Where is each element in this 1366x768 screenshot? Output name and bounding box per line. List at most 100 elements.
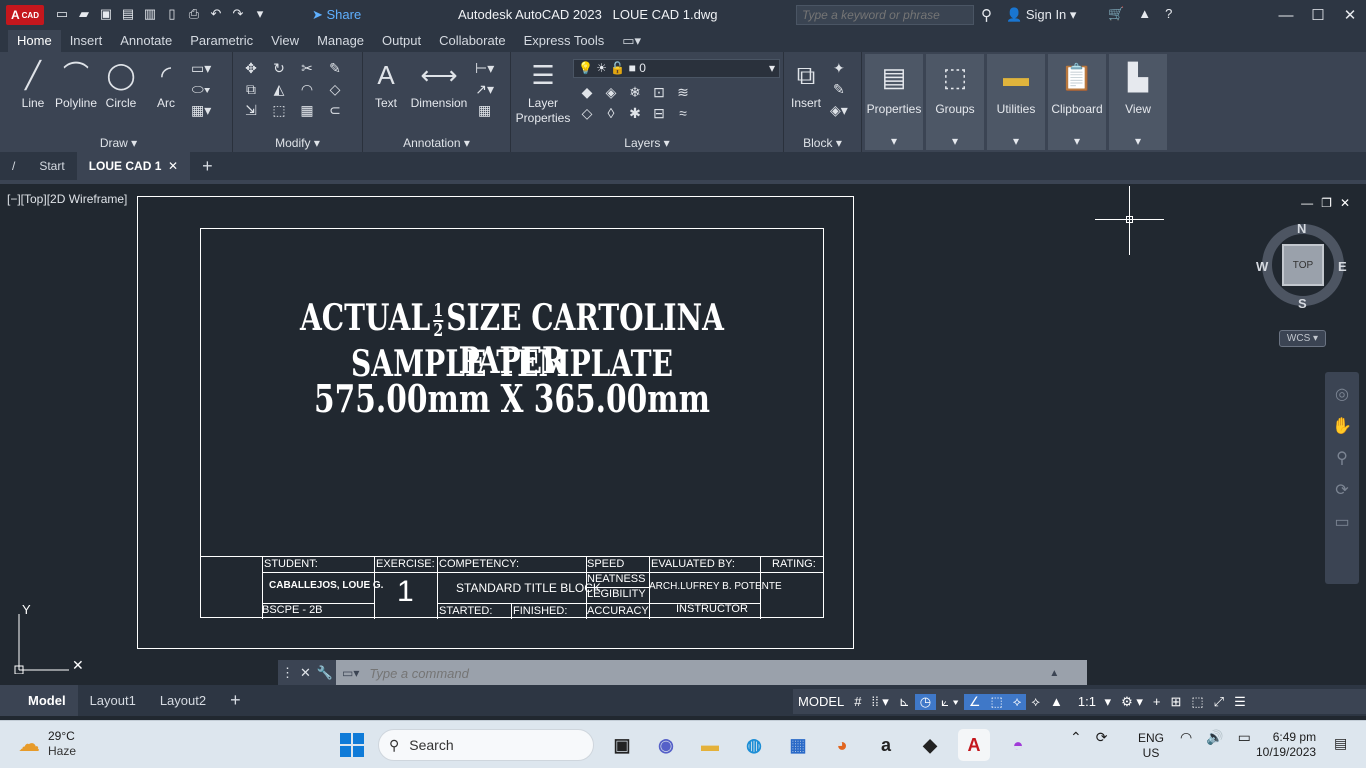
edge-icon[interactable]: ◍ [738,729,770,761]
new-tab-icon[interactable]: + [190,152,225,180]
add-icon[interactable]: + [1148,694,1166,709]
units-icon[interactable]: ⊞ [1165,694,1186,710]
table-icon[interactable]: ▦ [475,102,494,119]
layer-thaw-icon[interactable]: ✱ [625,105,645,122]
viewport-controls[interactable]: [−][Top][2D Wireframe] [7,192,127,206]
scale-icon[interactable]: ⬚ [267,102,291,119]
layer-freeze-icon[interactable]: ❄ [625,84,645,101]
copy-icon[interactable]: ⧉ [239,81,263,98]
snap-icon[interactable]: ⁞⁞ ▾ [866,694,893,710]
help-icon[interactable]: ? [1165,6,1172,22]
notification-icon[interactable]: ▤ [1334,735,1347,752]
pan-hand-icon[interactable]: ✋ [1332,416,1352,436]
layer-walk-icon[interactable]: ≈ [673,105,693,122]
clipboard-panel[interactable]: 📋 Clipboard ▾ [1048,54,1106,150]
layer-lock-icon[interactable]: ⊡ [649,84,669,101]
linear-dim-icon[interactable]: ⊢▾ [475,60,494,77]
trim-icon[interactable]: ✂ [295,60,319,77]
arc-tool[interactable]: ◜ Arc [149,58,183,110]
viewcube[interactable]: TOP [1262,224,1344,306]
fullscreen-icon[interactable]: ⤢ [1209,694,1229,710]
model-tab[interactable]: Model [0,685,78,716]
share-button[interactable]: ➤ Share [312,7,361,23]
add-layout-icon[interactable]: + [218,690,253,711]
search-input[interactable] [796,5,974,25]
properties-panel[interactable]: ▤ Properties ▾ [865,54,923,150]
messenger-icon[interactable]: ◓ [1002,729,1034,761]
compass-south[interactable]: S [1298,296,1307,311]
model-space-button[interactable]: MODEL [793,694,849,709]
close-tab-icon[interactable]: ✕ [168,159,178,173]
web-save-icon[interactable]: ▥ [142,6,158,22]
explode-icon[interactable]: ◇ [323,81,347,98]
showmotion-icon[interactable]: ▭ [1334,512,1349,532]
command-history-icon[interactable]: ▭▾ [342,666,359,680]
orbit-icon[interactable]: ⟳ [1335,480,1348,500]
wcs-menu[interactable]: WCS ▾ [1279,330,1326,347]
ribbon-options-icon[interactable]: ▭▾ [613,30,650,52]
move-icon[interactable]: ✥ [239,60,263,77]
tab-insert[interactable]: Insert [61,30,112,52]
tab-home[interactable]: Home [8,30,61,52]
osnap-icon[interactable]: ⬚ [985,693,1008,710]
cart-icon[interactable]: 🛒 [1108,6,1124,22]
tab-collaborate[interactable]: Collaborate [430,30,515,52]
tab-manage[interactable]: Manage [308,30,373,52]
sync-icon[interactable]: ⟳ [1096,729,1108,746]
vp-minimize-icon[interactable]: — [1301,196,1313,210]
isolate-objects-icon[interactable]: ⬚ [1186,694,1208,710]
rotate-icon[interactable]: ↻ [267,60,291,77]
file-explorer-icon[interactable]: ▬ [694,729,726,761]
firefox-icon[interactable]: ◕ [826,729,858,761]
layout1-tab[interactable]: Layout1 [78,693,148,708]
vp-close-icon[interactable]: ✕ [1340,196,1350,210]
save-icon[interactable]: ▣ [98,6,114,22]
text-tool[interactable]: A Text [369,58,403,110]
autoscale-icon[interactable]: ⟡ [1026,694,1045,710]
weather-widget[interactable]: ☁ 29°C Haze [18,729,76,759]
battery-icon[interactable]: ▭ [1238,729,1251,746]
sign-in-button[interactable]: 👤 Sign In ▾ [1006,7,1076,23]
viewcube-top-face[interactable]: TOP [1282,244,1324,286]
store-icon[interactable]: ▦ [782,729,814,761]
minimize-icon[interactable]: — [1270,0,1302,30]
scale-dropdown[interactable]: 1:1 ▾ [1068,694,1116,710]
mobile-icon[interactable]: ▯ [164,6,180,22]
open-icon[interactable]: ▰ [76,6,92,22]
grid-icon[interactable]: # [849,694,866,709]
qat-dropdown-icon[interactable]: ▾ [252,6,268,22]
windows-start-icon[interactable] [340,733,364,757]
edit-block-icon[interactable]: ✎ [830,81,848,98]
osnap-tracking-icon[interactable]: ∠ [963,693,986,710]
clock[interactable]: 6:49 pm 10/19/2023 [1256,730,1316,760]
drawing-tab[interactable]: LOUE CAD 1 ✕ [76,152,191,180]
search-icon[interactable]: ⚲ [981,6,992,24]
polyline-tool[interactable]: ⌒ Polyline [49,58,103,110]
drawing-canvas[interactable]: [−][Top][2D Wireframe] ACTUAL 1 2 SIZE CART… [0,180,1366,686]
close-icon[interactable]: ✕ [1334,0,1366,30]
autodesk-icon[interactable]: ▲ [1138,6,1151,22]
menu-icon[interactable]: / [0,152,27,180]
compass-north[interactable]: N [1297,221,1306,236]
tab-express-tools[interactable]: Express Tools [515,30,614,52]
dimension-tool[interactable]: ⟷ Dimension [409,58,469,110]
draw-panel-label[interactable]: Draw ▾ [5,136,232,150]
polar-icon[interactable]: ◷ [914,693,937,710]
amazon-icon[interactable]: a [870,729,902,761]
workspace-gear-icon[interactable]: ⚙ ▾ [1116,694,1148,710]
ortho-icon[interactable]: ⊾ [894,694,915,710]
layer-state-icon[interactable]: ≋ [673,84,693,101]
maximize-icon[interactable]: ☐ [1302,0,1334,30]
save-as-icon[interactable]: ▤ [120,6,136,22]
view-panel[interactable]: ▙ View ▾ [1109,54,1167,150]
autocad-taskbar-icon[interactable]: A [958,729,990,761]
layer-unlock-icon[interactable]: ⊟ [649,105,669,122]
layout2-tab[interactable]: Layout2 [148,693,218,708]
volume-icon[interactable]: 🔊 [1206,729,1223,746]
layers-panel-label[interactable]: Layers ▾ [511,136,783,150]
layer-on-icon[interactable]: ◇ [577,105,597,122]
steering-wheel-icon[interactable]: ◎ [1335,384,1349,404]
circle-tool[interactable]: ◯ Circle [103,58,139,110]
create-block-icon[interactable]: ✦ [830,60,848,77]
insert-tool[interactable]: ⧉ Insert [786,58,826,110]
